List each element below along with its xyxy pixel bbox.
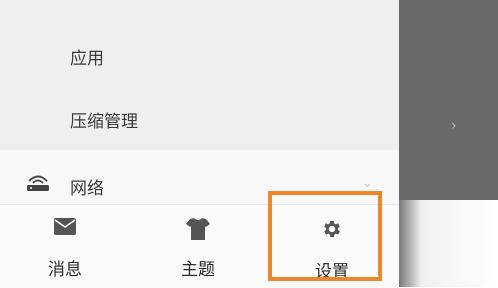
tab-messages[interactable]: 消息	[5, 204, 125, 287]
watermark	[396, 200, 498, 287]
chevron-down-icon: ⌄	[362, 176, 373, 191]
envelope-icon	[54, 218, 76, 235]
router-icon	[27, 175, 49, 191]
submenu-item-partial[interactable]: ▔▔	[70, 0, 96, 8]
submenu-list	[0, 0, 399, 150]
tshirt-icon	[186, 218, 210, 240]
highlight-box	[268, 191, 382, 281]
submenu-item-compression[interactable]: 压缩管理	[70, 107, 138, 132]
tab-messages-label: 消息	[48, 260, 82, 280]
menu-item-network-label: 网络	[70, 179, 104, 199]
submenu-item-apps[interactable]: 应用	[70, 44, 104, 69]
tab-theme-label: 主题	[181, 260, 215, 280]
tab-theme[interactable]: 主题	[138, 204, 258, 287]
chevron-right-icon: ›	[451, 118, 457, 134]
